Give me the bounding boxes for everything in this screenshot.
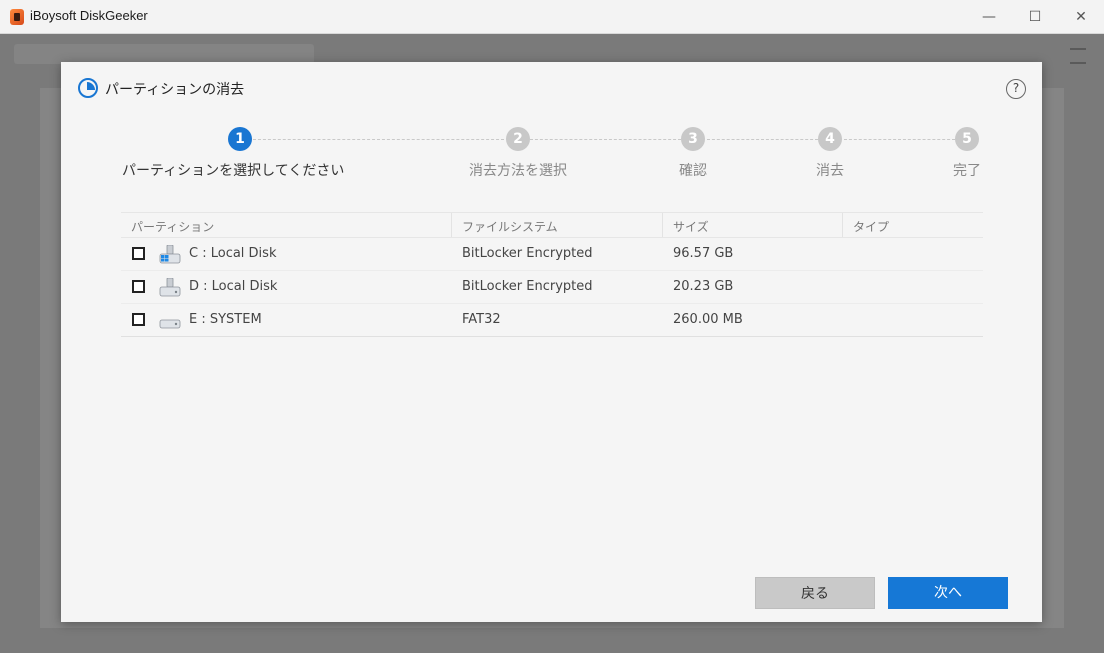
app-logo-icon [10,9,24,25]
window-titlebar: iBoysoft DiskGeeker — ☐ ✕ [0,0,1104,34]
column-divider[interactable] [451,213,452,237]
step-4-label: 消去 [816,163,844,179]
close-button[interactable]: ✕ [1058,0,1104,33]
step-2-indicator: 2 [506,127,530,151]
partition-size: 96.57 GB [673,246,734,261]
background-toolbar [14,44,314,64]
step-connector [253,139,504,140]
dialog-title: パーティションの消去 [105,82,245,98]
minimize-button[interactable]: — [966,0,1012,33]
back-button[interactable]: 戻る [755,577,875,609]
step-5-label: 完了 [953,163,981,179]
partition-size: 260.00 MB [673,312,743,327]
next-button[interactable]: 次へ [888,577,1008,609]
partition-filesystem: FAT32 [462,312,501,327]
partition-name: E : SYSTEM [189,312,262,327]
drive-icon [159,278,181,297]
step-connector [844,139,955,140]
erase-icon [78,78,98,98]
partition-filesystem: BitLocker Encrypted [462,279,593,294]
table-row[interactable]: D : Local Disk BitLocker Encrypted 20.23… [121,271,983,304]
column-divider[interactable] [662,213,663,237]
step-connector [707,139,818,140]
column-header-filesystem[interactable]: ファイルシステム [462,218,558,235]
step-4-indicator: 4 [818,127,842,151]
partition-name: C : Local Disk [189,246,277,261]
partition-checkbox[interactable] [132,247,145,260]
help-button[interactable]: ? [1006,79,1026,99]
wizard-stepper: 1 2 3 4 5 パーティションを選択してください 消去方法を選択 確認 消去… [61,126,1042,186]
partition-size: 20.23 GB [673,279,734,294]
windows-drive-icon [159,245,181,264]
step-3-indicator: 3 [681,127,705,151]
window-title: iBoysoft DiskGeeker [30,8,148,23]
erase-partition-dialog: パーティションの消去 ? 1 2 3 4 5 パーティションを選択してください … [61,62,1042,622]
table-header: パーティション ファイルシステム サイズ タイプ [121,212,983,238]
column-header-type[interactable]: タイプ [853,218,889,235]
step-5-indicator: 5 [955,127,979,151]
menu-icon [1070,48,1086,64]
step-connector [530,139,681,140]
partition-checkbox[interactable] [132,280,145,293]
step-2-label: 消去方法を選択 [469,163,567,179]
partition-table: パーティション ファイルシステム サイズ タイプ C : Local Disk … [121,212,983,337]
step-3-label: 確認 [679,163,707,179]
table-row[interactable]: E : SYSTEM FAT32 260.00 MB [121,304,983,337]
partition-filesystem: BitLocker Encrypted [462,246,593,261]
column-header-partition[interactable]: パーティション [131,218,214,235]
partition-name: D : Local Disk [189,279,278,294]
table-row[interactable]: C : Local Disk BitLocker Encrypted 96.57… [121,238,983,271]
partition-checkbox[interactable] [132,313,145,326]
column-header-size[interactable]: サイズ [673,218,709,235]
step-1-indicator: 1 [228,127,252,151]
maximize-button[interactable]: ☐ [1012,0,1058,33]
column-divider[interactable] [842,213,843,237]
small-drive-icon [159,319,181,329]
step-1-label: パーティションを選択してください [122,163,345,179]
